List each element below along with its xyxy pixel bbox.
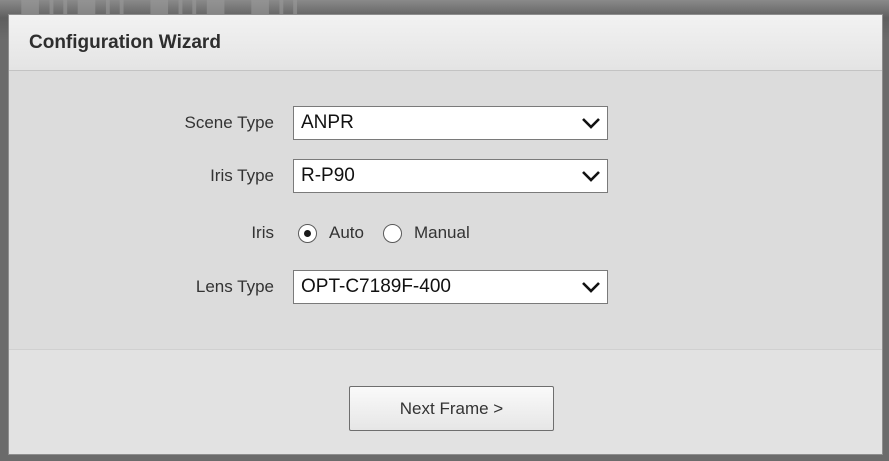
scene-type-row: Scene Type ANPR [9, 106, 882, 140]
iris-radio-group: Auto Manual [293, 216, 484, 250]
radio-checked-icon[interactable] [298, 223, 317, 243]
iris-option-auto-label: Auto [329, 223, 364, 242]
dialog-footer: Next Frame > [9, 349, 882, 454]
chevron-down-icon [582, 118, 600, 129]
configuration-wizard-dialog: Configuration Wizard Scene Type ANPR Iri… [8, 14, 883, 455]
scene-type-select[interactable]: ANPR [293, 106, 608, 140]
iris-label: Iris [251, 223, 274, 242]
iris-type-value: R-P90 [301, 165, 355, 186]
lens-type-select[interactable]: OPT-C7189F-400 [293, 270, 608, 304]
chevron-down-icon [582, 171, 600, 182]
chevron-down-icon [582, 282, 600, 293]
dialog-body: Scene Type ANPR Iris Type R-P90 Iris Aut… [9, 71, 882, 349]
iris-type-label: Iris Type [210, 166, 274, 185]
dialog-title: Configuration Wizard [29, 31, 221, 53]
next-frame-button[interactable]: Next Frame > [349, 386, 554, 431]
iris-option-auto[interactable]: Auto [293, 223, 364, 243]
lens-type-row: Lens Type OPT-C7189F-400 [9, 270, 882, 304]
dialog-header: Configuration Wizard [9, 15, 882, 71]
iris-type-row: Iris Type R-P90 [9, 159, 882, 193]
radio-unchecked-icon[interactable] [382, 223, 402, 243]
lens-type-value: OPT-C7189F-400 [301, 276, 451, 297]
iris-option-manual[interactable]: Manual [378, 223, 470, 243]
iris-option-manual-label: Manual [413, 223, 470, 242]
iris-type-select[interactable]: R-P90 [293, 159, 608, 193]
lens-type-label: Lens Type [195, 277, 274, 296]
scene-type-value: ANPR [301, 112, 354, 133]
scene-type-label: Scene Type [184, 113, 274, 132]
iris-row: Iris Auto Manual [9, 216, 882, 250]
